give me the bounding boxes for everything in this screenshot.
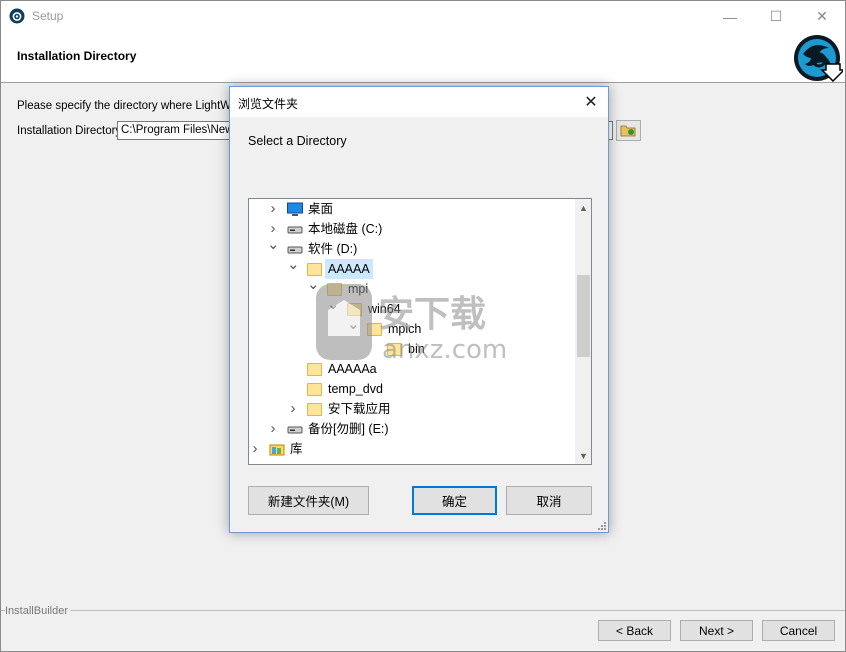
- tree-scrollbar[interactable]: ▲ ▼: [575, 199, 591, 464]
- watermark-en-text: anxz.com: [382, 335, 507, 365]
- watermark: 安下载 anxz.com: [316, 284, 507, 365]
- header-panel: Installation Directory: [1, 32, 845, 83]
- next-button[interactable]: Next >: [680, 620, 753, 641]
- cancel-button[interactable]: Cancel: [762, 620, 835, 641]
- chevron-down-icon[interactable]: ⌄: [287, 257, 300, 272]
- back-button[interactable]: < Back: [598, 620, 671, 641]
- tree-item-label: 库: [290, 442, 303, 456]
- tree-item[interactable]: temp_dvd: [249, 379, 575, 399]
- folder-icon: [307, 383, 322, 396]
- tree-item[interactable]: › 库: [249, 439, 575, 459]
- tree-item[interactable]: › 本地磁盘 (C:): [249, 219, 575, 239]
- dialog-prompt: Select a Directory: [248, 134, 347, 148]
- browse-button[interactable]: [616, 120, 641, 141]
- library-icon: [269, 441, 285, 457]
- tree-item[interactable]: › 桌面: [249, 199, 575, 219]
- drive-icon: [287, 221, 303, 237]
- dialog-cancel-button[interactable]: 取消: [506, 486, 592, 515]
- drive-icon: [287, 421, 303, 437]
- close-button[interactable]: ✕: [799, 1, 845, 32]
- maximize-button[interactable]: ☐: [753, 1, 799, 32]
- chevron-down-icon[interactable]: ⌄: [267, 237, 280, 252]
- page-title: Installation Directory: [17, 49, 137, 63]
- folder-icon: [307, 263, 322, 276]
- desktop-icon: [287, 201, 303, 217]
- tree-item[interactable]: ⌄ AAAAA: [249, 257, 575, 279]
- browse-folder-icon: [620, 125, 636, 137]
- title-bar[interactable]: Setup — ☐ ✕: [1, 1, 845, 32]
- tree-item-label: temp_dvd: [328, 382, 383, 396]
- install-dir-label: Installation Directory: [17, 125, 122, 137]
- tree-item-label: 桌面: [308, 202, 334, 216]
- tree-item[interactable]: › 安下载应用: [249, 399, 575, 419]
- chevron-right-icon[interactable]: ›: [287, 399, 299, 419]
- scroll-up-icon[interactable]: ▲: [575, 199, 591, 216]
- minimize-icon: —: [723, 8, 737, 25]
- chevron-right-icon[interactable]: ›: [249, 439, 261, 459]
- dialog-title-bar[interactable]: 浏览文件夹 ✕: [230, 87, 608, 117]
- close-icon: ✕: [816, 8, 828, 24]
- dialog-close-button[interactable]: ✕: [580, 91, 602, 113]
- dialog-title: 浏览文件夹: [238, 97, 299, 111]
- tree-item-label: 本地磁盘 (C:): [308, 222, 383, 236]
- close-icon: ✕: [584, 94, 598, 111]
- maximize-icon: ☐: [769, 8, 783, 24]
- chevron-right-icon[interactable]: ›: [267, 199, 279, 219]
- tree-item-label: 安下载应用: [328, 402, 391, 416]
- footer-separator: [1, 610, 845, 611]
- tree-item-label: AAAAA: [325, 259, 373, 279]
- watermark-cn-text: 安下载: [378, 294, 486, 335]
- tree-item[interactable]: › 备份[勿删] (E:): [249, 419, 575, 439]
- installbuilder-brand: InstallBuilder: [5, 605, 71, 617]
- tree-item-label: 备份[勿删] (E:): [308, 422, 389, 436]
- chevron-right-icon[interactable]: ›: [267, 419, 279, 439]
- scroll-down-icon[interactable]: ▼: [575, 447, 591, 464]
- folder-icon: [307, 403, 322, 416]
- ok-button[interactable]: 确定: [412, 486, 497, 515]
- drive-icon: [287, 241, 303, 257]
- lightwave-logo-icon: [794, 35, 843, 82]
- app-icon: [9, 8, 25, 24]
- resize-grip-icon[interactable]: [596, 520, 606, 530]
- description-text: Please specify the directory where Light…: [17, 100, 250, 112]
- scroll-thumb[interactable]: [577, 275, 590, 357]
- tree-item-label: 软件 (D:): [308, 242, 358, 256]
- new-folder-button[interactable]: 新建文件夹(M): [248, 486, 369, 515]
- minimize-button[interactable]: —: [707, 1, 753, 32]
- window-title: Setup: [32, 9, 64, 23]
